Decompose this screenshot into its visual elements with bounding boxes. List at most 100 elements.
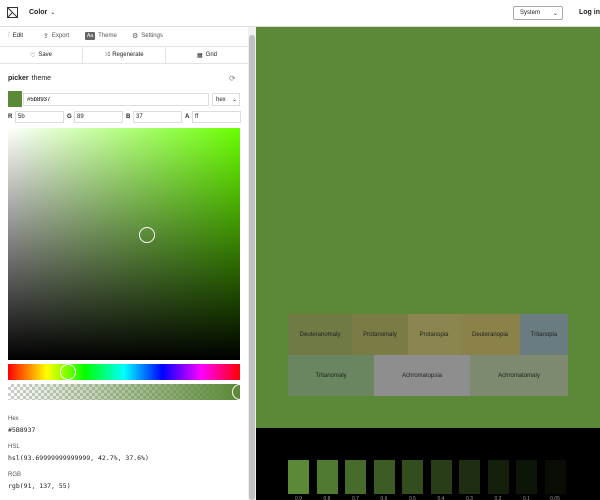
hex-input[interactable] bbox=[23, 93, 209, 106]
format-value: hex bbox=[216, 97, 226, 103]
export-icon: ⇪ bbox=[43, 33, 49, 40]
cvd-tritanopia: Tritanopia bbox=[520, 314, 568, 355]
shade-swatch[interactable] bbox=[487, 460, 509, 494]
shuffle-icon: ⤨ bbox=[104, 51, 110, 58]
channel-g: G 89 bbox=[67, 111, 123, 123]
picker-heading: picker theme bbox=[8, 75, 51, 82]
action-toolbar: ♡ Save ⤨ Regenerate ▦ Grid bbox=[0, 46, 248, 64]
sliders-icon: ⫶ bbox=[8, 32, 10, 39]
picker-subtitle: theme bbox=[31, 75, 52, 82]
tab-edit[interactable]: ⫶ Edit bbox=[8, 32, 23, 40]
cvd-protanopia: Protanopia bbox=[408, 314, 460, 355]
regenerate-button[interactable]: ⤨ Regenerate bbox=[83, 47, 166, 63]
cvd-deuteranomaly: Deuteranomaly bbox=[288, 314, 352, 355]
save-button[interactable]: ♡ Save bbox=[0, 47, 83, 63]
hex-value: #5B8937 bbox=[8, 426, 36, 434]
shade-swatch[interactable] bbox=[544, 460, 566, 494]
channel-a-label: A bbox=[185, 114, 190, 120]
hue-handle[interactable] bbox=[60, 364, 77, 380]
picker-title: picker bbox=[8, 75, 29, 82]
shade-strip: 0.9 0.8 0.7 0.6 0.5 0.4 0.3 0.2 0.1 0.05 bbox=[256, 428, 600, 500]
channel-g-label: G bbox=[67, 114, 72, 120]
tab-export[interactable]: ⇪ Export bbox=[43, 32, 69, 40]
shade-swatch[interactable] bbox=[373, 460, 395, 494]
hsl-label: HSL bbox=[8, 444, 20, 450]
alpha-handle[interactable] bbox=[232, 384, 248, 400]
save-label: Save bbox=[38, 52, 53, 58]
channel-a: A ff bbox=[185, 111, 241, 123]
channel-r: R 5b bbox=[8, 111, 64, 123]
theme-mode-select[interactable]: System ⌄ bbox=[513, 6, 563, 20]
shade-label: 0.2 bbox=[494, 496, 502, 500]
hex-label: Hex bbox=[8, 416, 19, 422]
tab-settings-label: Settings bbox=[141, 33, 163, 39]
grid-label: Grid bbox=[205, 52, 217, 58]
shade-swatch[interactable] bbox=[316, 460, 338, 494]
channel-g-input[interactable]: 89 bbox=[74, 111, 123, 123]
color-blindness-grid: Deuteranomaly Protanomaly Protanopia Deu… bbox=[288, 314, 568, 396]
shade-label: 0.6 bbox=[380, 496, 388, 500]
shade-swatch[interactable] bbox=[402, 460, 423, 494]
shade-label: 0.1 bbox=[523, 496, 530, 500]
channel-r-label: R bbox=[8, 114, 13, 120]
shade-swatch[interactable] bbox=[288, 460, 309, 494]
shade-label: 0.05 bbox=[550, 496, 560, 500]
color-menu[interactable]: Color ⌄ bbox=[29, 9, 55, 16]
top-bar: Color ⌄ System ⌄ Log in bbox=[0, 0, 600, 27]
alpha-gradient bbox=[8, 384, 240, 400]
hsl-value: hsl(93.69999999999999, 42.7%, 37.6%) bbox=[8, 454, 149, 462]
color-menu-label: Color bbox=[29, 9, 48, 16]
tab-export-label: Export bbox=[51, 33, 70, 39]
shade-label: 0.9 bbox=[295, 496, 302, 500]
grid-button[interactable]: ▦ Grid bbox=[166, 47, 248, 63]
shade-label: 0.7 bbox=[352, 496, 359, 500]
channel-b-label: B bbox=[126, 114, 131, 120]
gear-icon: ⚙ bbox=[132, 33, 139, 40]
login-button[interactable]: Log in bbox=[579, 9, 600, 16]
regenerate-label: Regenerate bbox=[112, 52, 144, 58]
format-select[interactable]: hex ⌄ bbox=[212, 93, 240, 106]
channel-b-input[interactable]: 37 bbox=[133, 111, 182, 123]
theme-mode-value: System bbox=[520, 10, 541, 16]
current-color-swatch[interactable] bbox=[8, 91, 22, 107]
cvd-achromatopsia: Achromatopsia bbox=[374, 355, 470, 396]
channel-b: B 37 bbox=[126, 111, 182, 123]
rgb-label: RGB bbox=[8, 472, 22, 478]
cvd-deuteranopia: Deuteranopia bbox=[460, 314, 520, 355]
shade-swatch[interactable] bbox=[459, 460, 480, 494]
tab-settings[interactable]: ⚙ Settings bbox=[132, 32, 163, 40]
scrollbar-thumb[interactable] bbox=[249, 35, 255, 500]
tab-edit-label: Edit bbox=[12, 33, 24, 39]
shade-swatch[interactable] bbox=[345, 460, 366, 494]
rgb-value: rgb(91, 137, 55) bbox=[8, 482, 71, 490]
hue-slider[interactable] bbox=[8, 364, 240, 380]
cvd-achromatomaly: Achromatomaly bbox=[470, 355, 568, 396]
shade-label: 0.8 bbox=[323, 496, 331, 500]
cvd-protanomaly: Protanomaly bbox=[352, 314, 408, 355]
channel-a-input[interactable]: ff bbox=[192, 111, 241, 123]
refresh-icon[interactable]: ⟳ bbox=[229, 74, 236, 83]
aa-icon: Aa bbox=[85, 32, 96, 40]
shade-label: 0.3 bbox=[466, 496, 473, 500]
channel-r-input[interactable]: 5b bbox=[15, 111, 64, 123]
alpha-slider[interactable] bbox=[8, 384, 248, 400]
chevron-down-icon: ⌄ bbox=[50, 10, 56, 16]
cvd-tritanomaly: Tritanomaly bbox=[288, 355, 374, 396]
black-layer bbox=[8, 128, 240, 360]
tab-theme-label: Theme bbox=[98, 33, 117, 39]
shade-label: 0.4 bbox=[437, 496, 445, 500]
saturation-handle[interactable] bbox=[138, 227, 155, 244]
chevron-down-icon: ⌄ bbox=[552, 11, 558, 17]
saturation-value-area[interactable] bbox=[8, 128, 240, 360]
tab-theme[interactable]: Aa Theme bbox=[85, 32, 117, 40]
panel-tabs: ⫶ Edit ⇪ Export Aa Theme ⚙ Settings bbox=[0, 27, 248, 46]
panel-scrollbar[interactable] bbox=[248, 27, 256, 500]
logo-icon[interactable] bbox=[7, 7, 18, 18]
heart-icon: ♡ bbox=[29, 52, 36, 59]
editor-panel: ⫶ Edit ⇪ Export Aa Theme ⚙ Settings ♡ Sa… bbox=[0, 27, 256, 500]
shade-swatch[interactable] bbox=[430, 460, 452, 494]
grid-icon: ▦ bbox=[196, 52, 203, 59]
chevron-down-icon: ⌄ bbox=[231, 97, 237, 103]
shade-swatch[interactable] bbox=[516, 460, 537, 494]
shade-label: 0.5 bbox=[409, 496, 416, 500]
